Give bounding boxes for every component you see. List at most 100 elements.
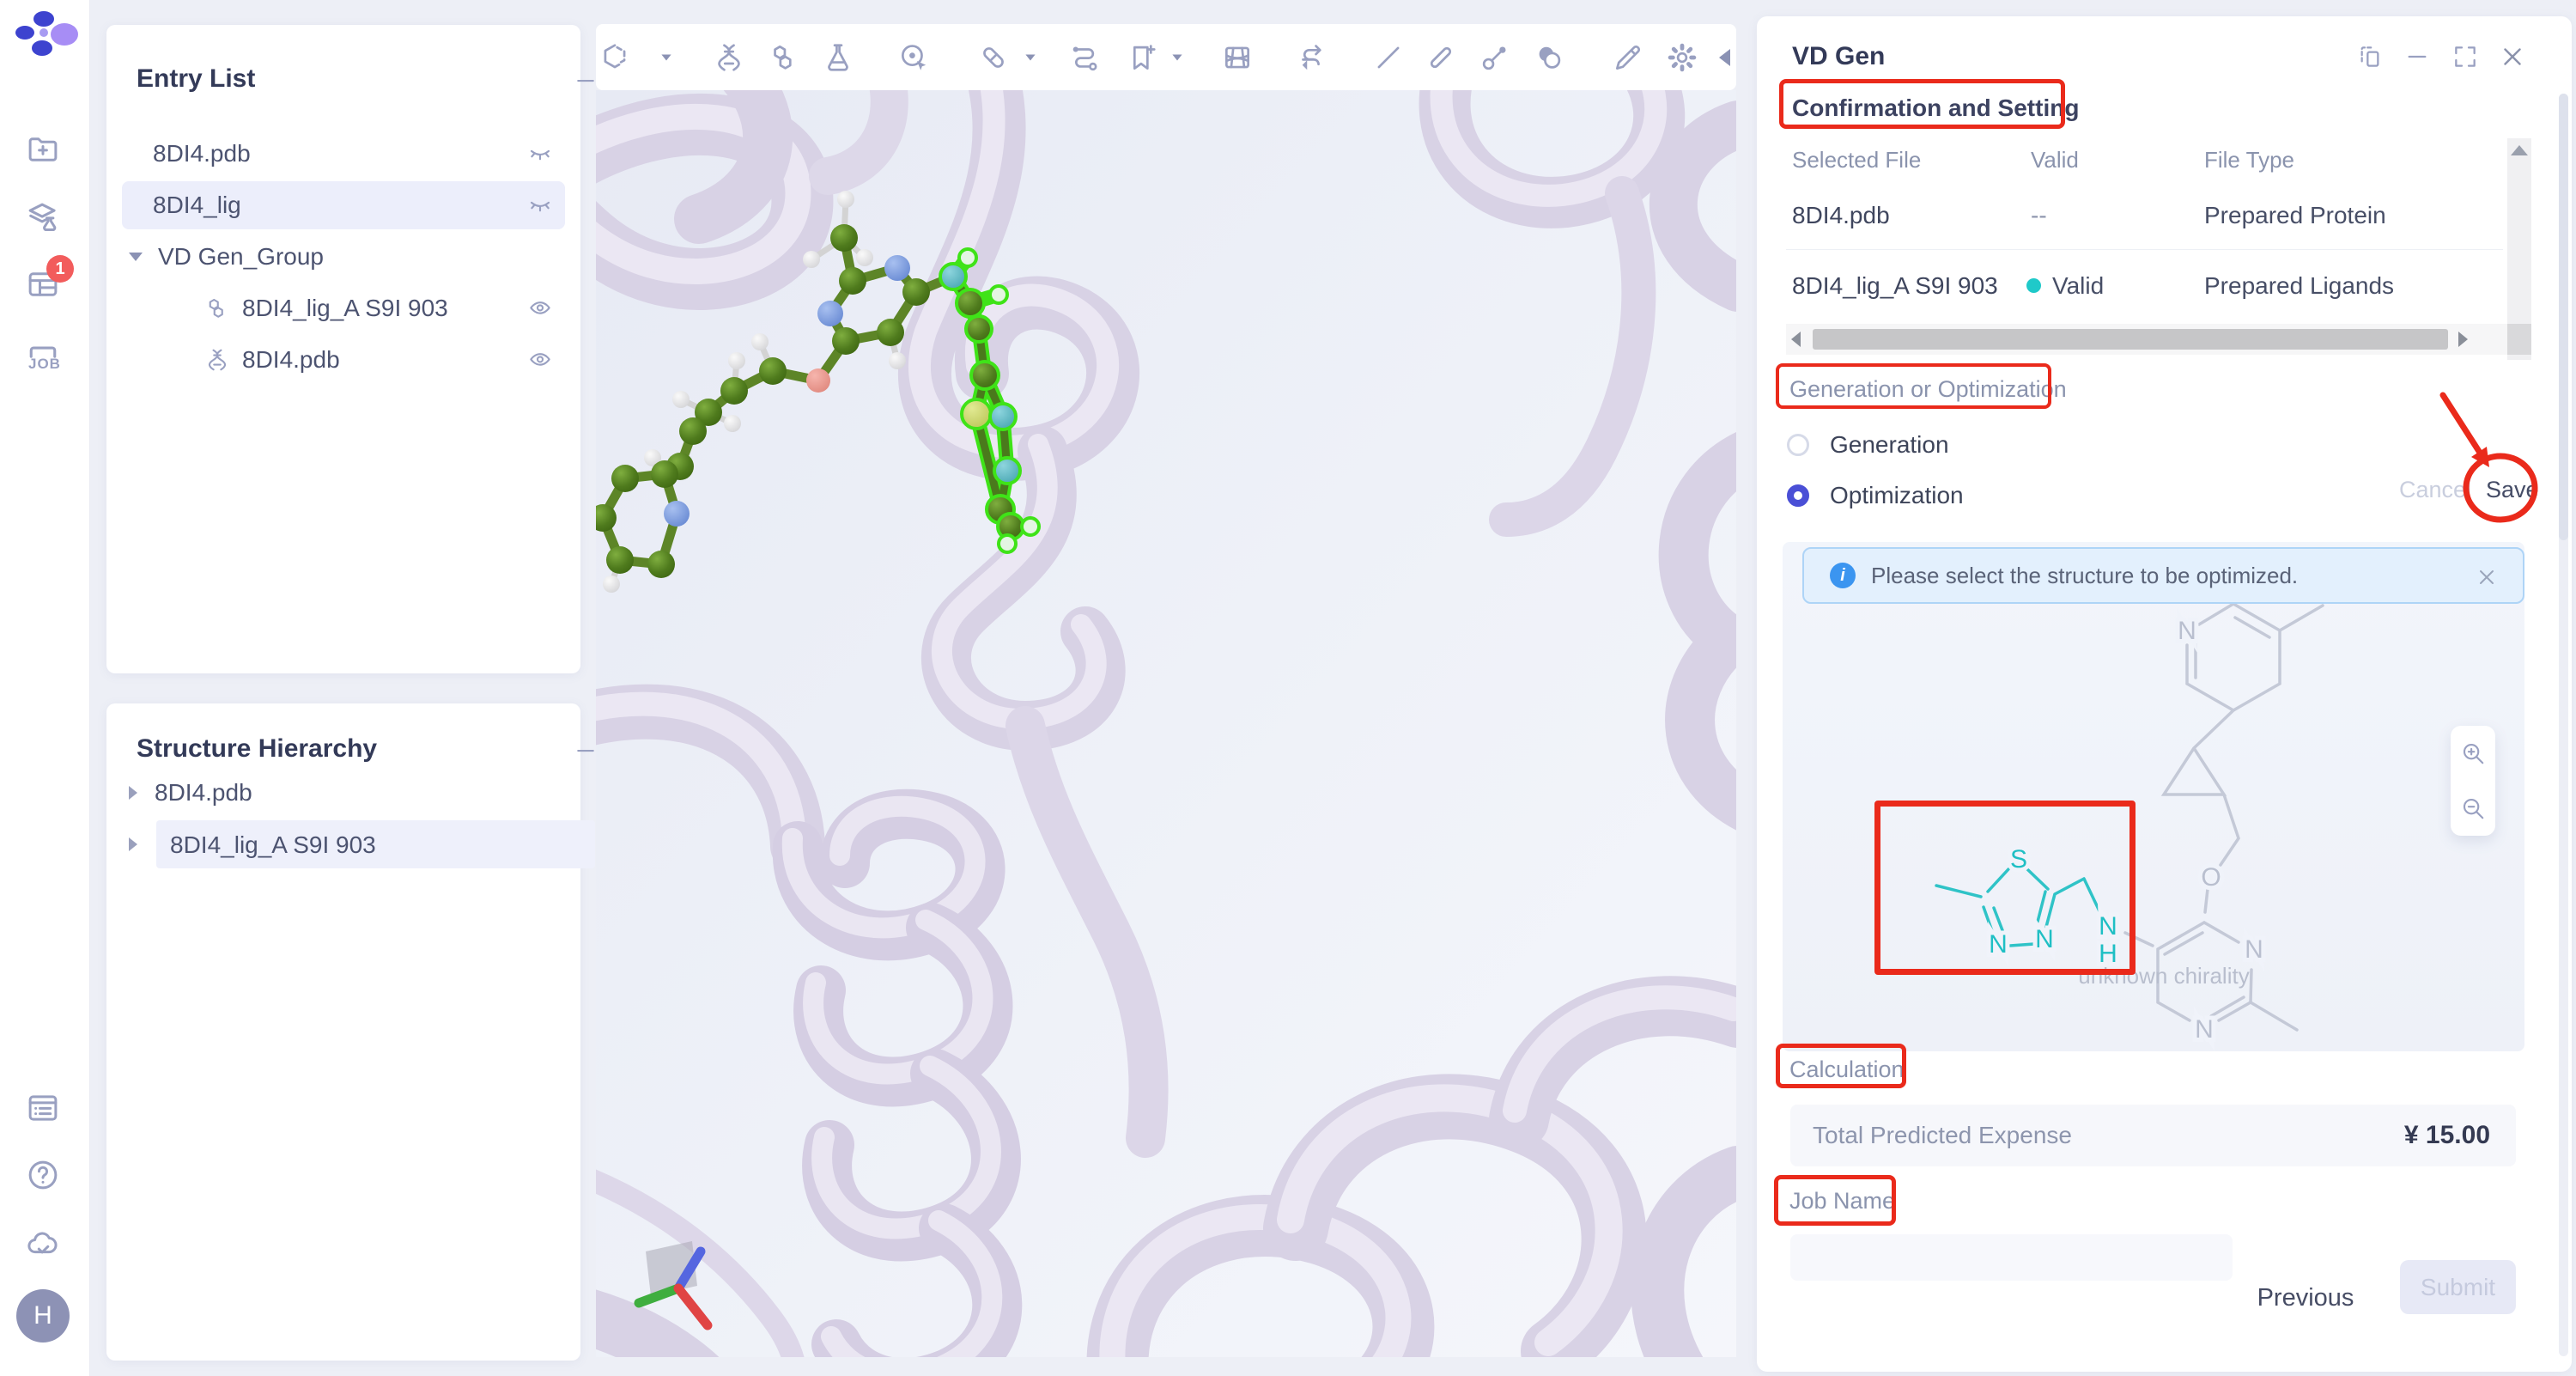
radio-optimization[interactable]: Optimization <box>1787 478 1964 513</box>
sketch-zoom-in-button[interactable] <box>2451 726 2495 781</box>
expand-icon <box>2451 43 2479 70</box>
table-cell-type: Prepared Ligands <box>2204 272 2394 300</box>
tool-ballstick-style[interactable] <box>1476 39 1514 76</box>
cancel-button[interactable]: Cancel <box>2399 477 2471 503</box>
tool-bookmark[interactable] <box>1123 39 1161 76</box>
minimize-icon <box>573 68 598 94</box>
list-item-group[interactable]: VD Gen_Group <box>122 233 565 281</box>
save-button[interactable]: Save <box>2486 477 2539 503</box>
tool-stick-style[interactable] <box>1422 39 1460 76</box>
scroll-right-arrow[interactable] <box>2458 332 2468 347</box>
app-logo[interactable] <box>3 7 82 74</box>
sidebar-item-jobs[interactable]: JOB <box>24 337 62 380</box>
table-cell-type: Prepared Protein <box>2204 202 2386 229</box>
visibility-toggle[interactable] <box>527 192 553 218</box>
table-header-selected-file: Selected File <box>1792 147 1921 174</box>
submit-button[interactable]: Submit <box>2400 1260 2516 1314</box>
tool-settings[interactable] <box>1663 39 1701 76</box>
toolbar-collapse-button[interactable] <box>1713 24 1736 90</box>
panel-scrollbar[interactable] <box>2559 94 2568 1356</box>
table-horizontal-scrollbar[interactable] <box>1786 324 2507 355</box>
list-item-selected[interactable]: 8DI4_lig <box>122 181 565 229</box>
alert-close-button[interactable] <box>2472 563 2501 592</box>
visibility-toggle[interactable] <box>527 347 553 373</box>
sidebar-item-new-project[interactable] <box>24 131 62 168</box>
table-row[interactable]: 8DI4.pdb <box>1792 202 1890 229</box>
bookmark-add-icon <box>1126 41 1158 74</box>
sketch-zoom-out-button[interactable] <box>2451 781 2495 836</box>
expander-icon[interactable] <box>129 786 137 800</box>
structure-note: unknown chirality <box>2061 963 2267 989</box>
tool-biomolecule[interactable] <box>710 39 748 76</box>
close-icon <box>2475 565 2499 589</box>
list-item-child[interactable]: 8DI4.pdb <box>122 336 565 384</box>
spheres-icon <box>1533 41 1565 74</box>
vd-gen-panel: VD Gen Confirmation and Setting Selected… <box>1757 16 2572 1372</box>
visibility-toggle[interactable] <box>527 141 553 167</box>
tree-item-selected[interactable]: 8DI4_lig_A S9I 903 <box>122 820 565 868</box>
tool-line-style[interactable] <box>1370 39 1407 76</box>
visibility-toggle[interactable] <box>527 295 553 321</box>
user-avatar[interactable]: H <box>16 1289 70 1343</box>
scroll-left-arrow[interactable] <box>1791 332 1801 347</box>
vd-gen-close-button[interactable] <box>2497 41 2528 72</box>
route-icon <box>1068 41 1101 74</box>
zoom-in-icon <box>2460 740 2486 766</box>
expander-icon[interactable] <box>129 837 137 851</box>
structure-hierarchy-panel: Structure Hierarchy 8DI4.pdb 8DI4_lig_A … <box>106 703 580 1361</box>
group-expander-icon[interactable] <box>129 253 143 261</box>
horizontal-scroll-thumb[interactable] <box>1813 329 2448 350</box>
tool-surface-style[interactable] <box>1530 39 1568 76</box>
section-confirmation-label: Confirmation and Setting <box>1792 94 2079 122</box>
vd-gen-minimize-button[interactable] <box>2402 41 2433 72</box>
tool-measure-dropdown[interactable] <box>1022 49 1039 66</box>
table-cell-valid: Valid <box>2052 272 2104 300</box>
sidebar-item-help[interactable] <box>24 1156 62 1194</box>
flask-icon <box>822 41 854 74</box>
sidebar-item-library[interactable] <box>24 198 62 236</box>
sidebar-item-workspace[interactable]: 1 <box>24 265 62 303</box>
radio-generation[interactable]: Generation <box>1787 428 1949 462</box>
tool-edit[interactable] <box>1609 39 1647 76</box>
radio-label: Optimization <box>1830 482 1964 509</box>
vd-gen-expand-button[interactable] <box>2450 41 2481 72</box>
vd-gen-dock-button[interactable] <box>2354 41 2385 72</box>
previous-button[interactable]: Previous <box>2241 1270 2370 1325</box>
table-header-valid: Valid <box>2031 147 2079 174</box>
app: { "colors": { "accent": "#4a4fd6", "anno… <box>0 0 2576 1376</box>
sidebar-item-records[interactable] <box>24 1089 62 1127</box>
tool-path[interactable] <box>1066 39 1103 76</box>
viewer-3d[interactable] <box>596 24 1736 1357</box>
sketch-highlight-fragment <box>1936 869 2101 946</box>
swap-arrows-icon <box>1295 41 1327 74</box>
tool-experiment[interactable] <box>819 39 857 76</box>
tool-bookmark-dropdown[interactable] <box>1169 49 1186 66</box>
radio-circle[interactable] <box>1787 484 1809 507</box>
list-item[interactable]: 8DI4.pdb <box>122 130 565 178</box>
hexagon-icon <box>598 41 631 74</box>
tool-sketch-ring[interactable] <box>596 39 634 76</box>
panel-scroll-thumb[interactable] <box>2559 94 2568 540</box>
table-cell-valid: -- <box>2031 202 2047 229</box>
sidebar-item-cloud[interactable] <box>24 1225 62 1263</box>
job-name-input[interactable] <box>1790 1234 2233 1281</box>
molecular-scene[interactable] <box>596 90 1736 1357</box>
scroll-up-arrow[interactable] <box>2511 145 2528 155</box>
app-sidebar: 1 JOB H <box>0 0 90 1376</box>
map-icon <box>1221 41 1254 74</box>
tool-map[interactable] <box>1218 39 1256 76</box>
entry-label: 8DI4.pdb <box>242 346 340 374</box>
atom-label: N <box>2195 1015 2214 1044</box>
line-icon <box>1372 41 1405 74</box>
radio-circle[interactable] <box>1787 434 1809 456</box>
help-circle-icon <box>25 1157 61 1193</box>
tool-measure[interactable] <box>975 39 1012 76</box>
tool-select-target[interactable] <box>895 39 933 76</box>
tool-sketch-ring-dropdown[interactable] <box>658 49 675 66</box>
list-item-child[interactable]: 8DI4_lig_A S9I 903 <box>122 284 565 332</box>
tree-item[interactable]: 8DI4.pdb <box>122 769 565 817</box>
table-row[interactable]: 8DI4_lig_A S9I 903 <box>1792 272 1998 300</box>
atom-label: N <box>1989 930 2008 959</box>
tool-ligand[interactable] <box>765 39 803 76</box>
tool-convert[interactable] <box>1292 39 1330 76</box>
